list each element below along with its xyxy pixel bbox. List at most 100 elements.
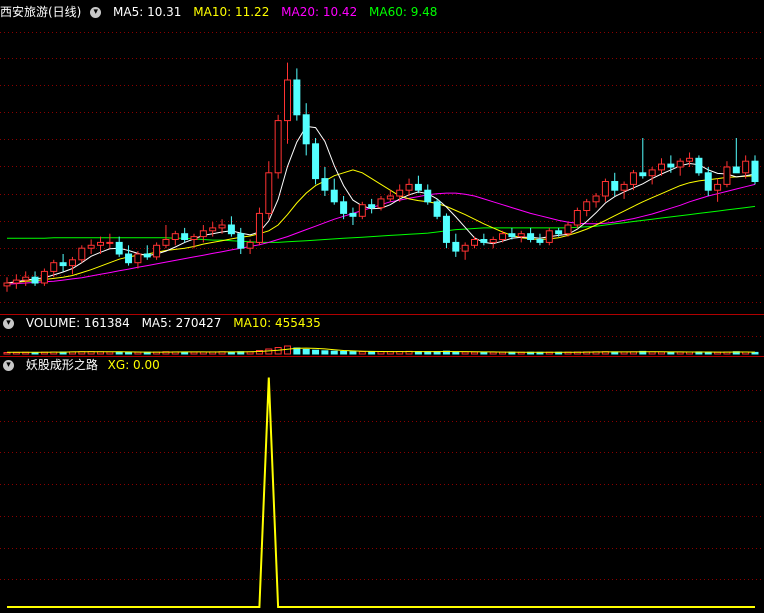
volume-bar [471,351,478,355]
chevron-down-icon[interactable]: ▾ [3,360,14,371]
candle-body [639,172,647,177]
candle-body [452,241,460,252]
candle-body [536,239,544,243]
volume-ma10-readout: MA10: 455435 [233,316,321,330]
candle-body [3,282,11,287]
candle-body [442,215,450,243]
candle-body [199,230,207,238]
candle-body [237,233,245,249]
candle-body [330,189,338,203]
candle-body [564,224,572,235]
candle-body [751,160,759,182]
candle-body [284,79,291,122]
volume-readout: VOLUME: 161384 [25,316,130,330]
candle-body [97,241,104,246]
stock-chart-window: 西安旅游(日线) ▾ MA5: 10.31 MA10: 11.22 MA20: … [0,0,764,613]
candle-body [573,210,581,226]
candle-body [87,244,95,249]
candle-body [227,224,235,235]
candle-body [162,239,170,246]
ma60-readout: MA60: 9.48 [369,5,438,19]
candle-body [676,160,684,168]
candle-body [293,79,301,116]
candle-body [667,163,675,168]
candle-body [648,169,656,177]
candle-body [723,166,731,185]
candle-body [312,143,320,180]
volume-panel-header: ▾ VOLUME: 161384 MA5: 270427 MA10: 45543… [0,315,329,331]
indicator-name: 妖股成形之路 [25,358,98,372]
candle-body [704,172,712,191]
volume-bar [480,351,488,355]
volume-bar [284,345,291,355]
candle-body [592,195,600,203]
stock-title: 西安旅游(日线) [0,5,82,19]
ma10-line [6,169,756,284]
candle-body [732,166,740,174]
volume-bar [302,349,310,355]
candle-body [115,241,123,255]
candle-body [31,276,39,284]
chevron-down-icon[interactable]: ▾ [90,7,102,18]
volume-bar [312,349,320,355]
candle-body [527,233,535,240]
candle-body [209,227,217,232]
candle-body [125,253,133,264]
volume-bar [106,351,114,355]
ma5-readout: MA5: 10.31 [113,5,182,19]
candle-body [629,172,637,185]
ma10-readout: MA10: 11.22 [193,5,270,19]
candle-body [349,212,357,217]
candle-body [471,239,478,246]
volume-bar [330,350,338,355]
candle-body [255,212,263,243]
candle-body [265,172,273,214]
candle-body [517,233,525,238]
candle-body [181,233,189,240]
candle-body [358,204,366,217]
chart-canvas [0,32,764,608]
candle-body [620,183,628,191]
candle-body [302,114,310,145]
candle-body [134,253,142,264]
candle-body [246,241,254,249]
candle-body [50,262,58,272]
candle-body [555,230,563,235]
candle-body [601,181,609,197]
volume-bar [377,351,385,355]
candle-body [508,233,516,238]
xg-signal-line [7,377,755,608]
candle-body [489,239,497,243]
candle-body [405,183,413,191]
candle-body [190,236,198,241]
candle-body [143,253,151,258]
candle-body [499,233,507,240]
candle-body [658,163,665,171]
candle-body [611,181,619,191]
candle-body [396,189,404,197]
candle-body [22,276,30,281]
candle-body [171,233,179,240]
chevron-down-icon[interactable]: ▾ [3,318,14,329]
candle-body [583,201,591,212]
volume-bar [452,351,460,355]
volume-bar [340,351,348,355]
candle-body [695,157,703,174]
candle-body [377,198,385,209]
candle-body [218,224,226,229]
candle-body [106,241,114,244]
candle-body [274,120,282,174]
volume-bar [321,350,329,355]
candle-body [480,239,488,243]
volume-bar [751,351,759,355]
candle-body [321,178,329,191]
candle-body [68,259,76,267]
candle-body [40,270,48,284]
indicator-panel-header: ▾ 妖股成形之路 XG: 0.00 [0,357,168,373]
candle-body [714,183,722,191]
candle-body [545,230,553,243]
volume-ma-line [7,347,756,353]
candle-body [153,244,161,258]
candle-body [424,189,432,203]
ma20-readout: MA20: 10.42 [281,5,358,19]
